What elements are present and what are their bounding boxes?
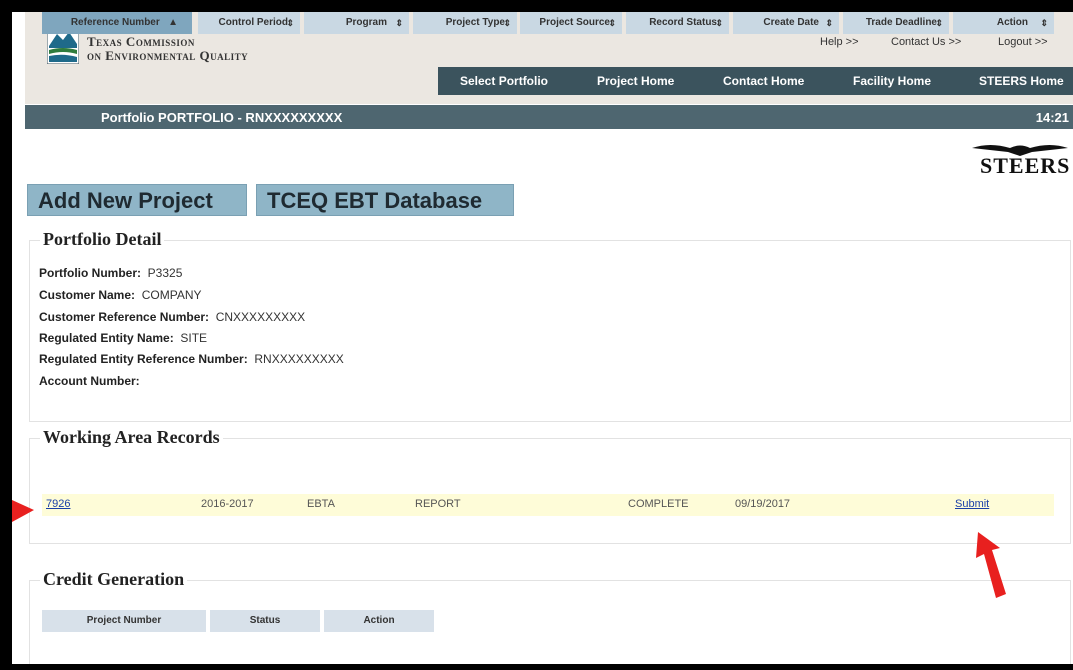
working-area-title: Working Area Records	[40, 427, 223, 448]
col-action[interactable]: Action ⇕	[953, 12, 1054, 34]
sort-icon: ⇕	[825, 18, 833, 28]
working-area-panel	[29, 438, 1071, 544]
portfolio-number-field: Portfolio Number: P3325	[39, 266, 182, 280]
red-arrow-up-icon	[976, 532, 1006, 598]
portfolio-detail-title: Portfolio Detail	[40, 229, 165, 250]
column-label: Project Source	[539, 17, 610, 28]
nav-steers-home[interactable]: STEERS Home	[979, 74, 1064, 88]
cell-control-period: 2016-2017	[201, 498, 254, 510]
cell-create-date: 09/19/2017	[735, 498, 791, 510]
red-arrow-left-icon	[12, 500, 34, 522]
customer-reference-number-field: Customer Reference Number: CNXXXXXXXXX	[39, 310, 305, 324]
cell-record-status: COMPLETE	[628, 498, 689, 510]
contact-us-link[interactable]: Contact Us >>	[891, 36, 961, 48]
col-program[interactable]: Program ⇕	[304, 12, 409, 34]
col-create-date[interactable]: Create Date ⇕	[733, 12, 839, 34]
field-label: Account Number:	[39, 374, 140, 388]
column-label: Program	[345, 17, 387, 28]
table-row	[42, 494, 1054, 516]
col-status[interactable]: Status	[210, 610, 320, 632]
nav-project-home[interactable]: Project Home	[597, 74, 674, 88]
credit-generation-title: Credit Generation	[40, 569, 188, 590]
cell-project-type: REPORT	[415, 498, 461, 510]
col-record-status[interactable]: Record Status ⇕	[626, 12, 729, 34]
field-label: Customer Reference Number:	[39, 310, 210, 324]
help-link[interactable]: Help >>	[820, 36, 859, 48]
field-value: P3325	[147, 266, 183, 280]
logout-link[interactable]: Logout >>	[998, 36, 1048, 48]
field-label: Regulated Entity Name:	[39, 331, 174, 345]
cell-program: EBTA	[307, 498, 335, 510]
reference-number-link[interactable]: 7926	[46, 498, 70, 510]
col-credit-action[interactable]: Action	[324, 610, 434, 632]
tceq-ebt-database-button[interactable]: TCEQ EBT Database	[256, 184, 514, 216]
org-name-line2: on Environmental Quality	[87, 48, 249, 63]
field-label: Customer Name:	[39, 288, 136, 302]
sort-icon: ⇕	[715, 18, 723, 28]
column-label: Control Period	[218, 17, 288, 28]
account-number-field: Account Number:	[39, 374, 143, 388]
col-project-number[interactable]: Project Number	[42, 610, 206, 632]
col-project-source[interactable]: Project Source ⇕	[520, 12, 622, 34]
col-trade-deadline[interactable]: Trade Deadline ⇕	[843, 12, 949, 34]
field-value: RNXXXXXXXXX	[254, 352, 344, 366]
column-label: Reference Number	[70, 17, 160, 28]
sort-asc-icon: ▲	[168, 17, 178, 28]
nav-select-portfolio[interactable]: Select Portfolio	[460, 74, 548, 88]
cell-action: Submit	[955, 498, 989, 510]
field-label: Portfolio Number:	[39, 266, 141, 280]
regulated-entity-name-field: Regulated Entity Name: SITE	[39, 331, 207, 345]
field-label: Regulated Entity Reference Number:	[39, 352, 248, 366]
field-value: SITE	[180, 331, 208, 345]
nav-facility-home[interactable]: Facility Home	[853, 74, 931, 88]
col-project-type[interactable]: Project Type ⇕	[413, 12, 517, 34]
nav-contact-home[interactable]: Contact Home	[723, 74, 804, 88]
col-control-period[interactable]: Control Period ⇕	[198, 12, 300, 34]
column-label: Trade Deadline	[865, 17, 937, 28]
sort-icon: ⇕	[503, 18, 511, 28]
sort-icon: ⇕	[608, 18, 616, 28]
sort-icon: ⇕	[286, 18, 294, 28]
field-value: COMPANY	[141, 288, 202, 302]
steers-logo-text: STEERS	[980, 153, 1071, 178]
portfolio-title: Portfolio PORTFOLIO - RNXXXXXXXXX	[101, 110, 343, 125]
submit-link[interactable]: Submit	[955, 498, 989, 510]
sort-icon: ⇕	[395, 18, 403, 28]
portfolio-bar: Portfolio PORTFOLIO - RNXXXXXXXXX 14:21	[25, 105, 1073, 129]
column-label: Project Type	[445, 17, 505, 28]
column-label: Record Status	[649, 17, 717, 28]
sort-icon: ⇕	[1040, 18, 1048, 28]
customer-name-field: Customer Name: COMPANY	[39, 288, 202, 302]
browser-page: Texas Commission on Environmental Qualit…	[12, 12, 1073, 664]
steers-logo: STEERS	[970, 140, 1070, 178]
cell-reference: 7926	[46, 498, 70, 510]
column-label: Create Date	[763, 17, 819, 28]
main-nav: Select Portfolio Project Home Contact Ho…	[438, 67, 1073, 95]
session-time: 14:21	[1035, 110, 1069, 125]
add-new-project-button[interactable]: Add New Project	[27, 184, 247, 216]
column-label: Action	[996, 17, 1028, 28]
regulated-entity-reference-number-field: Regulated Entity Reference Number: RNXXX…	[39, 352, 344, 366]
col-reference-number[interactable]: Reference Number ▲	[42, 12, 192, 34]
sort-icon: ⇕	[935, 18, 943, 28]
field-value: CNXXXXXXXXX	[215, 310, 306, 324]
